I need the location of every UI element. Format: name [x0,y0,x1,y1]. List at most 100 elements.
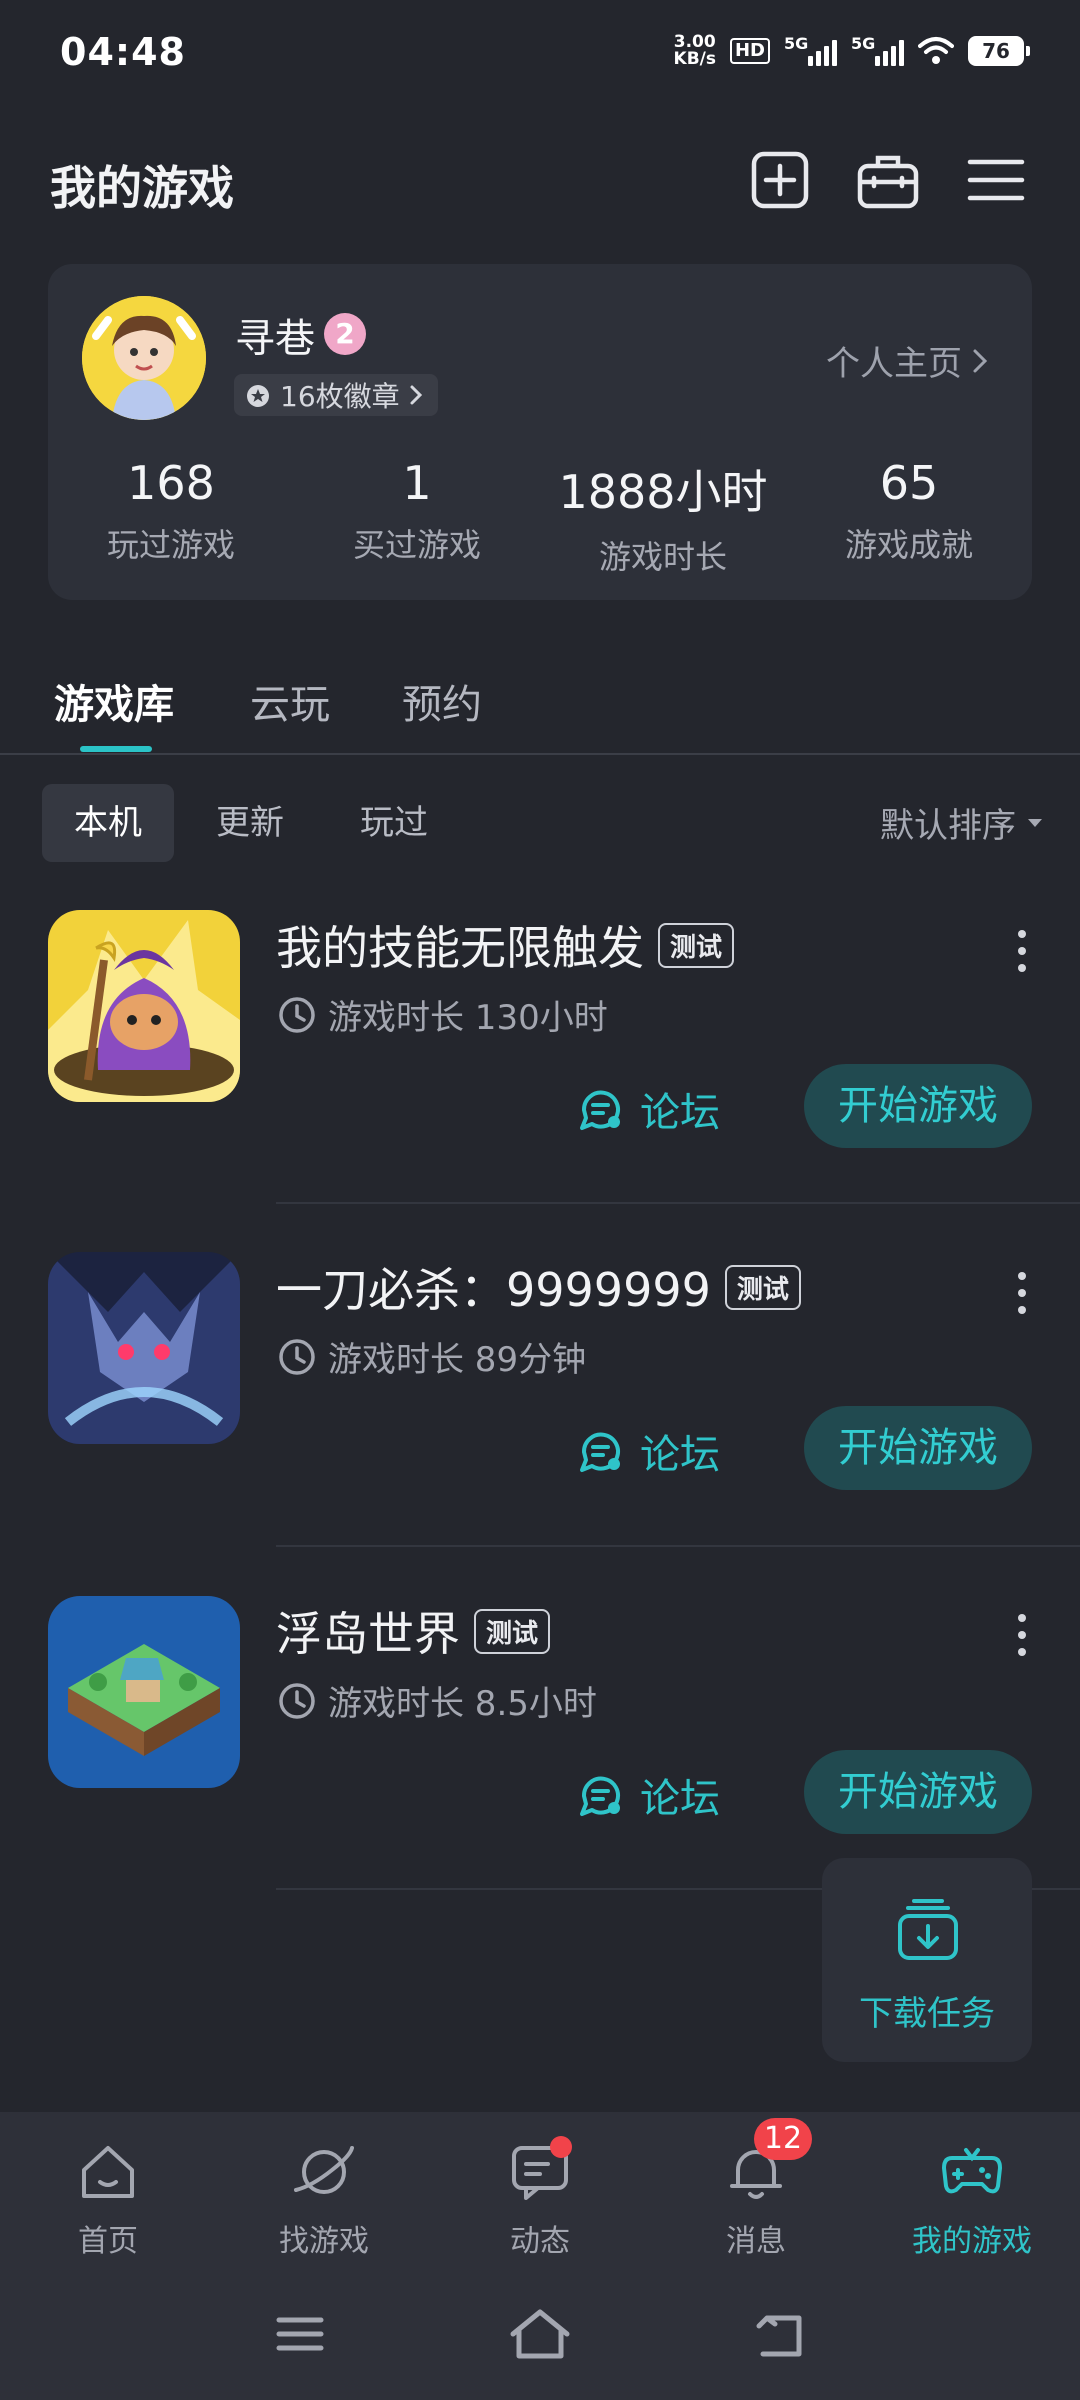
page-title: 我的游戏 [50,161,234,215]
chevron-right-icon [410,385,422,405]
forum-button[interactable]: 论坛 [578,1080,720,1138]
nav-my-games[interactable]: 我的游戏 [864,2140,1080,2260]
download-icon [898,1899,958,1960]
forum-label: 论坛 [640,1776,720,1822]
nav-discover[interactable]: 找游戏 [216,2140,432,2260]
stat-label: 买过游戏 [352,526,481,564]
clock-icon [279,1338,315,1375]
forum-icon [580,1776,620,1816]
playtime-label: 游戏时长 130小时 [328,998,608,1038]
forum-label: 论坛 [640,1090,720,1136]
more-menu-button[interactable] [1016,1614,1028,1656]
game-name: 我的技能无限触发 [276,921,644,975]
nav-label: 消息 [726,2224,786,2259]
stat-played[interactable]: 168 玩过游戏 [48,456,294,566]
clock-icon [279,1682,315,1719]
more-menu-button[interactable] [1016,930,1028,972]
download-tasks-label: 下载任务 [859,1994,995,2034]
test-tag: 测试 [658,922,735,968]
recent-apps-icon[interactable] [265,2304,335,2364]
game-title-2[interactable]: 一刀必杀：9999999 测试 [276,1254,801,1320]
sort-dropdown[interactable]: 默认排序 [880,798,1044,847]
tab-cloud[interactable]: 云玩 [250,672,330,730]
stat-achievements[interactable]: 65 游戏成就 [786,456,1032,566]
nav-label: 我的游戏 [912,2224,1032,2259]
add-icon[interactable] [748,148,812,212]
game-icon-1[interactable] [48,910,240,1102]
battery-icon: 76 [968,36,1030,66]
stat-value: 1888小时 [558,465,768,519]
back-icon[interactable] [745,2304,815,2364]
planet-icon [294,2146,354,2194]
stat-value: 1 [402,456,432,510]
start-game-button[interactable]: 开始游戏 [804,1750,1032,1834]
game-icon-3[interactable] [48,1596,240,1788]
playtime-label: 游戏时长 8.5小时 [328,1684,597,1724]
nav-messages[interactable]: 12 消息 [648,2118,864,2260]
home-system-icon[interactable] [505,2304,575,2364]
tab-library[interactable]: 游戏库 [54,672,174,730]
status-time: 04:48 [60,30,186,74]
game-title-1[interactable]: 我的技能无限触发 测试 [276,912,735,978]
home-icon [82,2146,134,2198]
test-tag: 测试 [724,1264,801,1310]
signal-icon-2: 5G [851,34,904,66]
row-divider [276,1202,1080,1204]
stat-value: 168 [127,456,215,510]
toolbox-icon[interactable] [856,148,920,212]
forum-icon [580,1432,620,1472]
game-playtime-2: 游戏时长 89分钟 [278,1332,586,1381]
menu-icon[interactable] [964,148,1028,212]
forum-button[interactable]: 论坛 [578,1766,720,1824]
badges-chip[interactable]: 16枚徽章 [234,374,438,416]
filter-played[interactable]: 玩过 [360,784,428,862]
avatar[interactable] [82,296,206,420]
hd-icon: HD [729,38,770,64]
nav-label: 首页 [78,2224,138,2259]
more-menu-button[interactable] [1016,1272,1028,1314]
game-playtime-3: 游戏时长 8.5小时 [278,1676,597,1725]
tab-reserve[interactable]: 预约 [402,672,482,730]
nav-label: 找游戏 [279,2224,369,2259]
game-playtime-1: 游戏时长 130小时 [278,990,608,1039]
status-icons: 3.00 KB/s HD 5G 5G 76 [673,32,1030,69]
start-game-button[interactable]: 开始游戏 [804,1406,1032,1490]
forum-button[interactable]: 论坛 [578,1422,720,1480]
stat-playtime[interactable]: 1888小时 游戏时长 [540,456,786,578]
wifi-icon [918,37,954,64]
message-count-badge: 12 [754,2118,812,2160]
forum-label: 论坛 [640,1432,720,1478]
medal-icon [247,385,269,407]
nav-feed[interactable]: 动态 [432,2136,648,2260]
stat-label: 玩过游戏 [106,526,235,564]
network-speed: 3.00 KB/s [673,32,716,69]
caret-down-icon [1028,818,1042,827]
nav-home[interactable]: 首页 [0,2140,216,2260]
tab-indicator [80,746,152,752]
filter-update[interactable]: 更新 [216,784,284,862]
game-name: 浮岛世界 [276,1607,460,1661]
gamepad-icon [942,2148,1002,2194]
notification-dot [550,2136,572,2158]
profile-home-link[interactable]: 个人主页 [826,336,990,385]
stat-value: 65 [879,456,939,510]
filter-local[interactable]: 本机 [42,784,174,862]
stat-bought[interactable]: 1 买过游戏 [294,456,540,566]
row-divider [276,1545,1080,1547]
stat-label: 游戏成就 [844,526,973,564]
tab-divider [0,753,1080,755]
test-tag: 测试 [474,1608,551,1654]
game-title-3[interactable]: 浮岛世界 测试 [276,1598,551,1664]
game-name: 一刀必杀：9999999 [276,1263,711,1317]
chevron-right-icon [973,349,988,372]
game-icon-2[interactable] [48,1252,240,1444]
clock-icon [279,996,315,1033]
badges-label: 16枚徽章 [280,380,400,413]
level-badge: 2 [324,313,366,355]
signal-icon: 5G [784,34,837,66]
start-game-button[interactable]: 开始游戏 [804,1064,1032,1148]
download-tasks-button[interactable]: 下载任务 [822,1858,1032,2062]
forum-icon [580,1090,620,1130]
profile-home-label: 个人主页 [826,344,962,384]
sort-label: 默认排序 [880,806,1016,846]
